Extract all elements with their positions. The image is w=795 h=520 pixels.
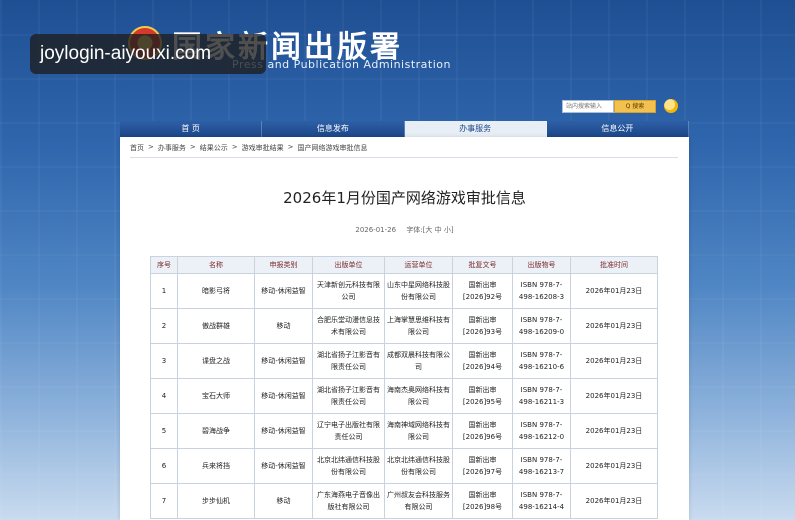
nav-item-news[interactable]: 信息发布 <box>262 121 405 137</box>
cell-approval-no: 国新出审[2026]92号 <box>452 273 513 309</box>
cell-publisher: 湖北省扬子江影音有限责任公司 <box>312 378 385 414</box>
cell-category: 移动-休闲益智 <box>254 343 313 379</box>
cell-isbn: ISBN 978-7-498-16210-6 <box>512 343 571 379</box>
nav-item-home[interactable]: 首 页 <box>120 121 263 137</box>
header-operator: 运营单位 <box>384 256 453 274</box>
cell-publisher: 广东海燕电子音像出版社有限公司 <box>312 483 385 519</box>
header-isbn: 出版物号 <box>512 256 571 274</box>
cell-approval-no: 国新出审[2026]93号 <box>452 308 513 344</box>
article-meta: 2026-01-26 字体:[大 中 小] <box>120 225 689 235</box>
cell-approval-no: 国新出审[2026]95号 <box>452 378 513 414</box>
cell-index: 2 <box>150 308 178 344</box>
cell-isbn: ISBN 978-7-498-16208-3 <box>512 273 571 309</box>
cell-isbn: ISBN 978-7-498-16212-0 <box>512 413 571 449</box>
cell-isbn: ISBN 978-7-498-16213-7 <box>512 448 571 484</box>
breadcrumb-home[interactable]: 首页 <box>130 143 144 157</box>
table-row: 5 碧海战争 移动-休闲益智 辽宁电子出版社有限责任公司 海南神域网络科技有限公… <box>150 413 658 449</box>
approval-table: 序号 名称 申报类别 出版单位 运营单位 批复文号 出版物号 批准时间 1 暗影… <box>150 256 658 519</box>
cell-category: 移动-休闲益智 <box>254 378 313 414</box>
cell-name: 碧海战争 <box>177 413 255 449</box>
nav-item-services[interactable]: 办事服务 <box>404 121 547 137</box>
header-approval-no: 批复文号 <box>452 256 513 274</box>
cell-approval-date: 2026年01月23日 <box>570 483 658 519</box>
header-approval-date: 批准时间 <box>570 256 658 274</box>
header-category: 申报类别 <box>254 256 313 274</box>
cell-operator: 海南杰奥网络科技有限公司 <box>384 378 453 414</box>
cell-name: 兵来将挡 <box>177 448 255 484</box>
breadcrumb-game-approvals[interactable]: 游戏审批结果 <box>242 143 284 157</box>
cell-approval-no: 国新出审[2026]97号 <box>452 448 513 484</box>
cell-name: 步步仙机 <box>177 483 255 519</box>
cell-operator: 海南神域网络科技有限公司 <box>384 413 453 449</box>
cell-operator: 广州叔友会科技服务有限公司 <box>384 483 453 519</box>
table-row: 6 兵来将挡 移动-休闲益智 北京北纬通信科技股份有限公司 北京北纬通信科技股份… <box>150 448 658 484</box>
cell-index: 7 <box>150 483 178 519</box>
weather-icon[interactable] <box>664 99 678 113</box>
breadcrumb-results[interactable]: 结果公示 <box>200 143 228 157</box>
cell-index: 4 <box>150 378 178 414</box>
table-row: 3 谍盘之战 移动-休闲益智 湖北省扬子江影音有限责任公司 成都双晨科技有限公司… <box>150 343 658 379</box>
table-row: 1 暗影弓将 移动-休闲益智 天津新创元科技有限公司 山东中星网络科技股份有限公… <box>150 273 658 309</box>
table-row: 2 傲战群雄 移动 合肥乐堂动漫信息技术有限公司 上海掌慧思维科技有限公司 国新… <box>150 308 658 344</box>
cell-approval-date: 2026年01月23日 <box>570 273 658 309</box>
table-header-row: 序号 名称 申报类别 出版单位 运营单位 批复文号 出版物号 批准时间 <box>150 256 658 274</box>
cell-approval-no: 国新出审[2026]98号 <box>452 483 513 519</box>
cell-name: 暗影弓将 <box>177 273 255 309</box>
site-header: 国家新闻出版署 Press and Publication Administra… <box>0 0 795 120</box>
breadcrumb-sep: > <box>231 143 238 151</box>
cell-publisher: 合肥乐堂动漫信息技术有限公司 <box>312 308 385 344</box>
cell-name: 傲战群雄 <box>177 308 255 344</box>
header-index: 序号 <box>150 256 178 274</box>
cell-index: 5 <box>150 413 178 449</box>
cell-index: 1 <box>150 273 178 309</box>
cell-operator: 山东中星网络科技股份有限公司 <box>384 273 453 309</box>
cell-category: 移动 <box>254 483 313 519</box>
page-title: 2026年1月份国产网络游戏审批信息 <box>283 189 526 207</box>
cell-approval-no: 国新出审[2026]96号 <box>452 413 513 449</box>
cell-index: 3 <box>150 343 178 379</box>
search-input[interactable]: 站内搜索输入 <box>562 100 614 113</box>
cell-isbn: ISBN 978-7-498-16214-4 <box>512 483 571 519</box>
cell-approval-date: 2026年01月23日 <box>570 448 658 484</box>
breadcrumb-sep: > <box>148 143 154 151</box>
content-panel: 首页 > 办事服务 > 结果公示 > 游戏审批结果 > 国产网络游戏审批信息 2… <box>120 137 689 520</box>
cell-approval-date: 2026年01月23日 <box>570 343 658 379</box>
font-size-control[interactable]: 字体:[大 中 小] <box>406 226 453 234</box>
main-nav: 首 页 信息发布 办事服务 信息公开 <box>120 121 689 137</box>
search-button[interactable]: Q 搜索 <box>614 100 656 113</box>
table-row: 4 宝石大师 移动-休闲益智 湖北省扬子江影音有限责任公司 海南杰奥网络科技有限… <box>150 378 658 414</box>
header-publisher: 出版单位 <box>312 256 385 274</box>
watermark-overlay: joylogin-aiyouxi.com <box>30 34 266 74</box>
breadcrumb-services[interactable]: 办事服务 <box>158 143 186 157</box>
cell-name: 谍盘之战 <box>177 343 255 379</box>
cell-operator: 成都双晨科技有限公司 <box>384 343 453 379</box>
nav-item-disclosure[interactable]: 信息公开 <box>547 121 689 137</box>
cell-publisher: 辽宁电子出版社有限责任公司 <box>312 413 385 449</box>
publish-date: 2026-01-26 <box>355 226 397 234</box>
cell-publisher: 湖北省扬子江影音有限责任公司 <box>312 343 385 379</box>
cell-approval-date: 2026年01月23日 <box>570 413 658 449</box>
header-name: 名称 <box>177 256 255 274</box>
cell-category: 移动-休闲益智 <box>254 273 313 309</box>
breadcrumb-sep: > <box>287 143 294 151</box>
cell-category: 移动 <box>254 308 313 344</box>
cell-isbn: ISBN 978-7-498-16211-3 <box>512 378 571 414</box>
cell-isbn: ISBN 978-7-498-16209-0 <box>512 308 571 344</box>
cell-category: 移动-休闲益智 <box>254 413 313 449</box>
cell-operator: 北京北纬通信科技股份有限公司 <box>384 448 453 484</box>
cell-publisher: 天津新创元科技有限公司 <box>312 273 385 309</box>
cell-publisher: 北京北纬通信科技股份有限公司 <box>312 448 385 484</box>
cell-category: 移动-休闲益智 <box>254 448 313 484</box>
table-row: 7 步步仙机 移动 广东海燕电子音像出版社有限公司 广州叔友会科技服务有限公司 … <box>150 483 658 519</box>
approval-table-wrapper: 序号 名称 申报类别 出版单位 运营单位 批复文号 出版物号 批准时间 1 暗影… <box>150 256 658 519</box>
cell-name: 宝石大师 <box>177 378 255 414</box>
cell-approval-date: 2026年01月23日 <box>570 308 658 344</box>
breadcrumb: 首页 > 办事服务 > 结果公示 > 游戏审批结果 > 国产网络游戏审批信息 <box>130 143 678 158</box>
breadcrumb-current: 国产网络游戏审批信息 <box>297 144 368 152</box>
cell-approval-no: 国新出审[2026]94号 <box>452 343 513 379</box>
cell-operator: 上海掌慧思维科技有限公司 <box>384 308 453 344</box>
cell-index: 6 <box>150 448 178 484</box>
cell-approval-date: 2026年01月23日 <box>570 378 658 414</box>
breadcrumb-sep: > <box>189 143 196 151</box>
